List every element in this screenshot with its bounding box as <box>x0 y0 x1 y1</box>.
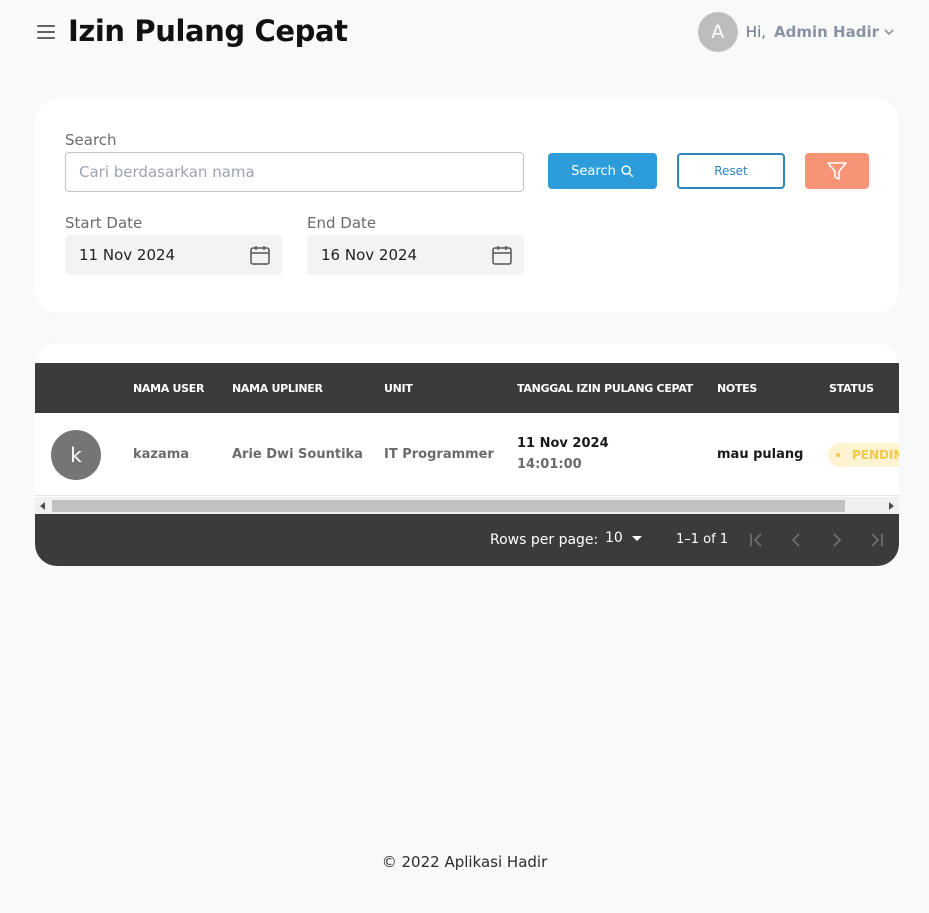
scroll-left-arrow-icon[interactable] <box>40 502 45 510</box>
search-label: Search <box>65 131 117 149</box>
column-header-status[interactable]: STATUS <box>829 382 874 395</box>
search-button-label: Search <box>571 163 616 179</box>
app-header: Izin Pulang Cepat A Hi, Admin Hadir <box>0 0 929 66</box>
scrollbar-thumb[interactable] <box>52 500 845 512</box>
cell-notes: mau pulang <box>717 447 804 462</box>
footer-copyright: © 2022 Aplikasi Hadir <box>381 853 548 871</box>
end-date-field[interactable]: 16 Nov 2024 <box>307 235 524 275</box>
end-date-value: 16 Nov 2024 <box>321 246 418 264</box>
menu-icon[interactable] <box>37 25 55 39</box>
table-pagination: Rows per page: 10 1–1 of 1 <box>35 514 899 566</box>
filter-card: Search Search Reset Start Date 11 Nov 20… <box>35 99 899 313</box>
caret-down-icon <box>631 535 642 541</box>
calendar-icon[interactable] <box>491 244 513 266</box>
previous-page-icon[interactable] <box>786 530 806 550</box>
avatar: A <box>697 12 738 52</box>
search-button[interactable]: Search <box>548 153 657 189</box>
rows-per-page-select[interactable]: 10 <box>605 530 642 546</box>
cell-nama-user: kazama <box>133 447 190 462</box>
start-date-label: Start Date <box>65 214 143 232</box>
filter-icon <box>827 162 847 180</box>
column-header-tanggal[interactable]: TANGGAL IZIN PULANG CEPAT <box>517 382 693 395</box>
pagination-range: 1–1 of 1 <box>676 532 729 547</box>
scroll-right-arrow-icon[interactable] <box>889 502 894 510</box>
table-row[interactable]: k kazama Arie Dwi Sountika IT Programmer… <box>35 413 899 496</box>
status-text: PENDING <box>852 448 899 462</box>
user-name: Admin Hadir <box>774 23 879 41</box>
cell-unit: IT Programmer <box>384 447 494 462</box>
status-badge: PENDING <box>828 443 899 467</box>
user-menu[interactable]: A Hi, Admin Hadir <box>697 12 895 52</box>
reset-button[interactable]: Reset <box>677 153 785 189</box>
rows-per-page-label: Rows per page: <box>490 532 599 548</box>
avatar: k <box>51 430 101 480</box>
table-header: NAMA USER NAMA UPLINER UNIT TANGGAL IZIN… <box>35 363 899 413</box>
start-date-field[interactable]: 11 Nov 2024 <box>65 235 282 275</box>
column-header-notes[interactable]: NOTES <box>717 382 757 395</box>
start-date-value: 11 Nov 2024 <box>79 246 176 264</box>
column-header-nama-user[interactable]: NAMA USER <box>133 382 204 395</box>
first-page-icon[interactable] <box>746 530 766 550</box>
column-header-unit[interactable]: UNIT <box>384 382 413 395</box>
horizontal-scrollbar[interactable] <box>35 497 899 514</box>
column-header-nama-upliner[interactable]: NAMA UPLINER <box>232 382 323 395</box>
end-date-label: End Date <box>307 214 377 232</box>
greeting: Hi, <box>745 23 767 41</box>
cell-tanggal-time: 14:01:00 <box>517 457 582 472</box>
cell-nama-upliner: Arie Dwi Sountika <box>232 447 363 462</box>
chevron-down-icon <box>884 29 894 36</box>
cell-tanggal-date: 11 Nov 2024 <box>517 436 609 451</box>
search-icon <box>621 164 634 177</box>
next-page-icon[interactable] <box>827 530 847 550</box>
page-title: Izin Pulang Cepat <box>68 14 348 48</box>
last-page-icon[interactable] <box>867 530 887 550</box>
search-input[interactable] <box>65 152 524 192</box>
calendar-icon[interactable] <box>249 244 271 266</box>
status-dot-icon <box>836 453 840 457</box>
rows-per-page-value: 10 <box>605 530 623 546</box>
table-card: NAMA USER NAMA UPLINER UNIT TANGGAL IZIN… <box>35 343 899 566</box>
filter-button[interactable] <box>805 153 869 189</box>
